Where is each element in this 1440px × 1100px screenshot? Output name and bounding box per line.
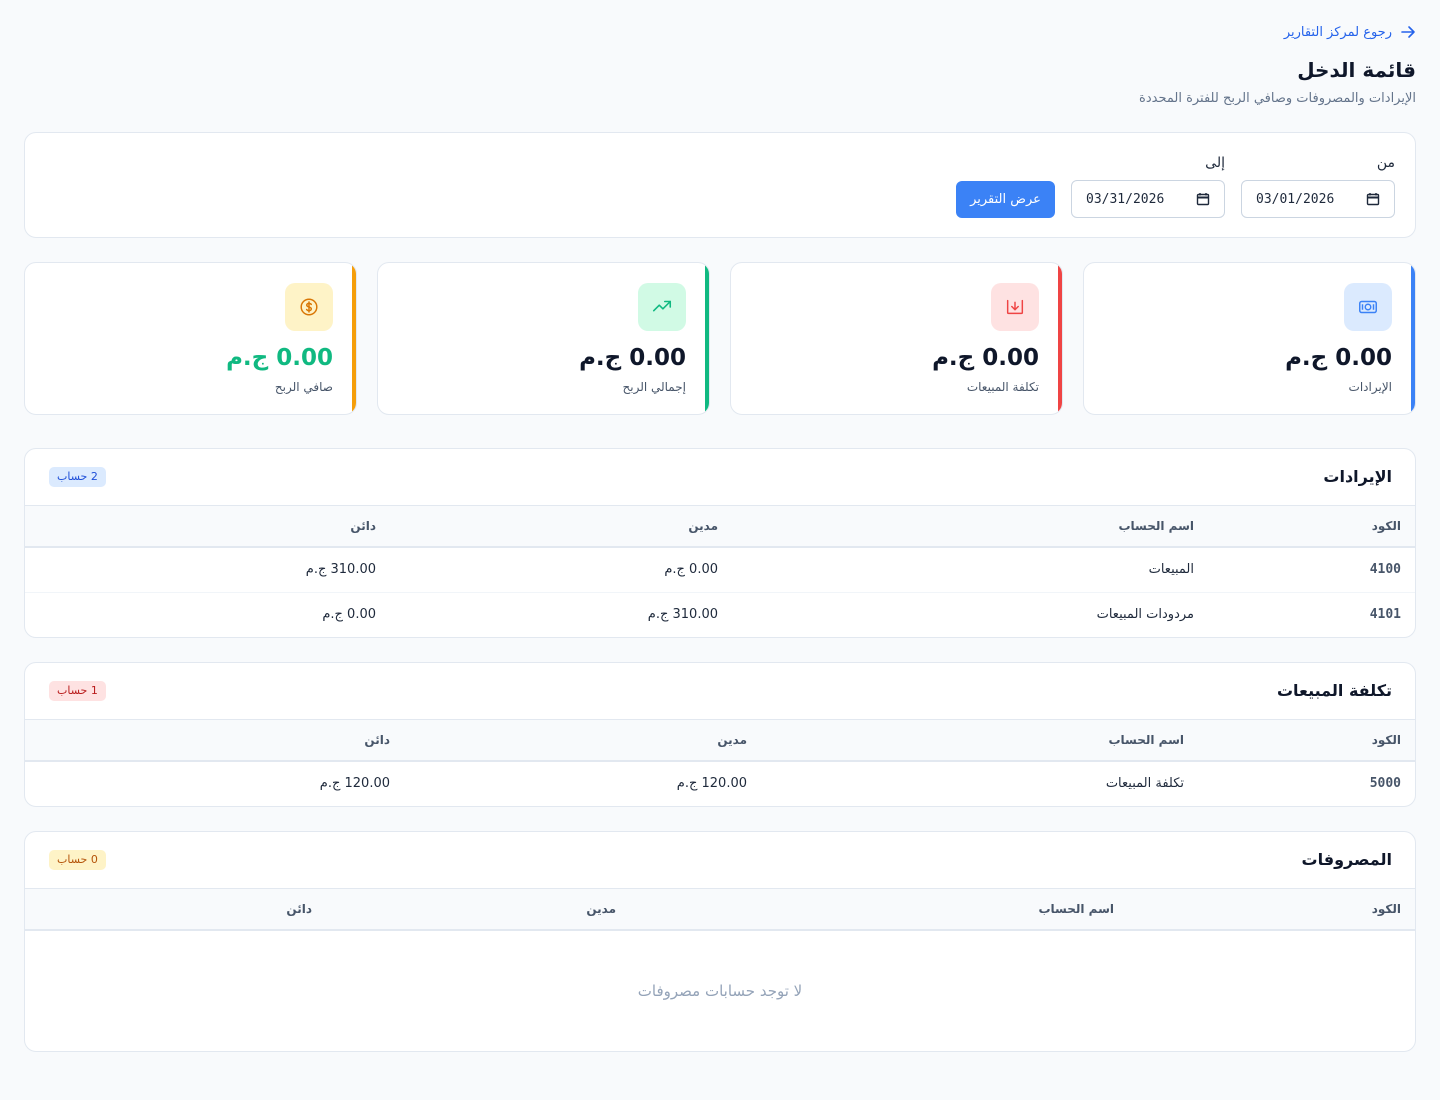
- to-date-value: 03/31/2026: [1086, 191, 1165, 207]
- date-filter-card: من 03/01/2026 إلى 03/31/2026 عرض التقرير: [24, 132, 1416, 238]
- table-header: الكود اسم الحساب مدين دائن: [25, 506, 1415, 548]
- section-header: الإيرادات 2 حساب: [25, 449, 1415, 506]
- column-header-code: الكود: [1371, 902, 1401, 916]
- column-header-name: اسم الحساب: [1118, 519, 1194, 533]
- table-row: 4100 المبيعات 0.00 ج.م 310.00 ج.م: [25, 548, 1415, 593]
- column-header-name: اسم الحساب: [1038, 902, 1114, 916]
- account-count-badge: 1 حساب: [49, 681, 106, 701]
- revenue-section: الإيرادات 2 حساب الكود اسم الحساب مدين د…: [24, 448, 1416, 638]
- stat-value: 0.00 ج.م: [932, 345, 1039, 371]
- income-statement-page: رجوع لمركز التقارير قائمة الدخل الإيرادا…: [0, 0, 1440, 1100]
- column-header-debit: مدين: [717, 733, 747, 747]
- cogs-section: تكلفة المبيعات 1 حساب الكود اسم الحساب م…: [24, 662, 1416, 807]
- tray-download-icon: [991, 283, 1039, 331]
- column-header-credit: دائن: [364, 733, 390, 747]
- stat-card-net-profit: 0.00 ج.م صافي الربح: [24, 262, 357, 415]
- stat-card-cogs: 0.00 ج.م تكلفة المبيعات: [730, 262, 1063, 415]
- from-date-label: من: [1376, 155, 1395, 171]
- debit-amount: 310.00 ج.م: [647, 607, 718, 622]
- stat-card-revenue: 0.00 ج.م الإيرادات: [1083, 262, 1416, 415]
- section-header: تكلفة المبيعات 1 حساب: [25, 663, 1415, 720]
- debit-amount: 0.00 ج.م: [664, 562, 718, 577]
- to-date-field: إلى 03/31/2026: [1071, 155, 1225, 218]
- column-header-debit: مدين: [688, 519, 718, 533]
- from-date-value: 03/01/2026: [1256, 191, 1335, 207]
- credit-amount: 0.00 ج.م: [322, 607, 376, 622]
- page-title: قائمة الدخل: [1297, 58, 1416, 82]
- column-header-code: الكود: [1371, 519, 1401, 533]
- calendar-icon[interactable]: [1366, 192, 1380, 206]
- calendar-icon[interactable]: [1196, 192, 1210, 206]
- back-link-label: رجوع لمركز التقارير: [1283, 24, 1392, 40]
- account-name: مردودات المبيعات: [1096, 607, 1194, 622]
- from-date-field: من 03/01/2026: [1241, 155, 1395, 218]
- expenses-section: المصروفات 0 حساب الكود اسم الحساب مدين د…: [24, 831, 1416, 1052]
- section-title: تكلفة المبيعات: [1276, 681, 1392, 700]
- to-date-label: إلى: [1205, 155, 1225, 171]
- stat-value: 0.00 ج.م: [226, 345, 333, 371]
- section-header: المصروفات 0 حساب: [25, 832, 1415, 889]
- credit-amount: 310.00 ج.م: [305, 562, 376, 577]
- section-title: الإيرادات: [1323, 467, 1392, 486]
- back-to-reports-link[interactable]: رجوع لمركز التقارير: [1284, 24, 1416, 40]
- arrow-right-icon: [1401, 26, 1415, 38]
- cash-icon: [1344, 283, 1392, 331]
- table-header: الكود اسم الحساب مدين دائن: [25, 889, 1415, 931]
- section-title: المصروفات: [1301, 850, 1392, 869]
- stat-label: الإيرادات: [1348, 380, 1392, 394]
- to-date-input[interactable]: 03/31/2026: [1071, 180, 1225, 218]
- stat-label: صافي الربح: [274, 380, 333, 394]
- column-header-name: اسم الحساب: [1108, 733, 1184, 747]
- column-header-credit: دائن: [350, 519, 376, 533]
- stat-label: تكلفة المبيعات: [966, 380, 1039, 394]
- account-code: 5000: [1369, 776, 1401, 791]
- credit-amount: 120.00 ج.م: [319, 776, 390, 791]
- column-header-code: الكود: [1371, 733, 1401, 747]
- table-row: 4101 مردودات المبيعات 310.00 ج.م 0.00 ج.…: [25, 593, 1415, 637]
- account-count-badge: 2 حساب: [49, 467, 106, 487]
- account-code: 4100: [1369, 562, 1401, 577]
- dollar-circle-icon: [285, 283, 333, 331]
- account-name: تكلفة المبيعات: [1105, 776, 1184, 791]
- empty-state-message: لا توجد حسابات مصروفات: [637, 982, 803, 1000]
- stat-value: 0.00 ج.م: [579, 345, 686, 371]
- trend-up-icon: [638, 283, 686, 331]
- table-row: 5000 تكلفة المبيعات 120.00 ج.م 120.00 ج.…: [25, 762, 1415, 806]
- from-date-input[interactable]: 03/01/2026: [1241, 180, 1395, 218]
- debit-amount: 120.00 ج.م: [676, 776, 747, 791]
- stat-label: إجمالي الربح: [622, 380, 686, 394]
- account-code: 4101: [1369, 607, 1401, 622]
- stat-value: 0.00 ج.م: [1285, 345, 1392, 371]
- account-name: المبيعات: [1148, 562, 1194, 577]
- account-count-badge: 0 حساب: [49, 850, 106, 870]
- table-header: الكود اسم الحساب مدين دائن: [25, 720, 1415, 762]
- page-subtitle: الإيرادات والمصروفات وصافي الربح للفترة …: [1139, 91, 1416, 106]
- column-header-debit: مدين: [586, 902, 616, 916]
- stat-card-gross-profit: 0.00 ج.م إجمالي الربح: [377, 262, 710, 415]
- column-header-credit: دائن: [286, 902, 312, 916]
- show-report-button[interactable]: عرض التقرير: [956, 181, 1055, 218]
